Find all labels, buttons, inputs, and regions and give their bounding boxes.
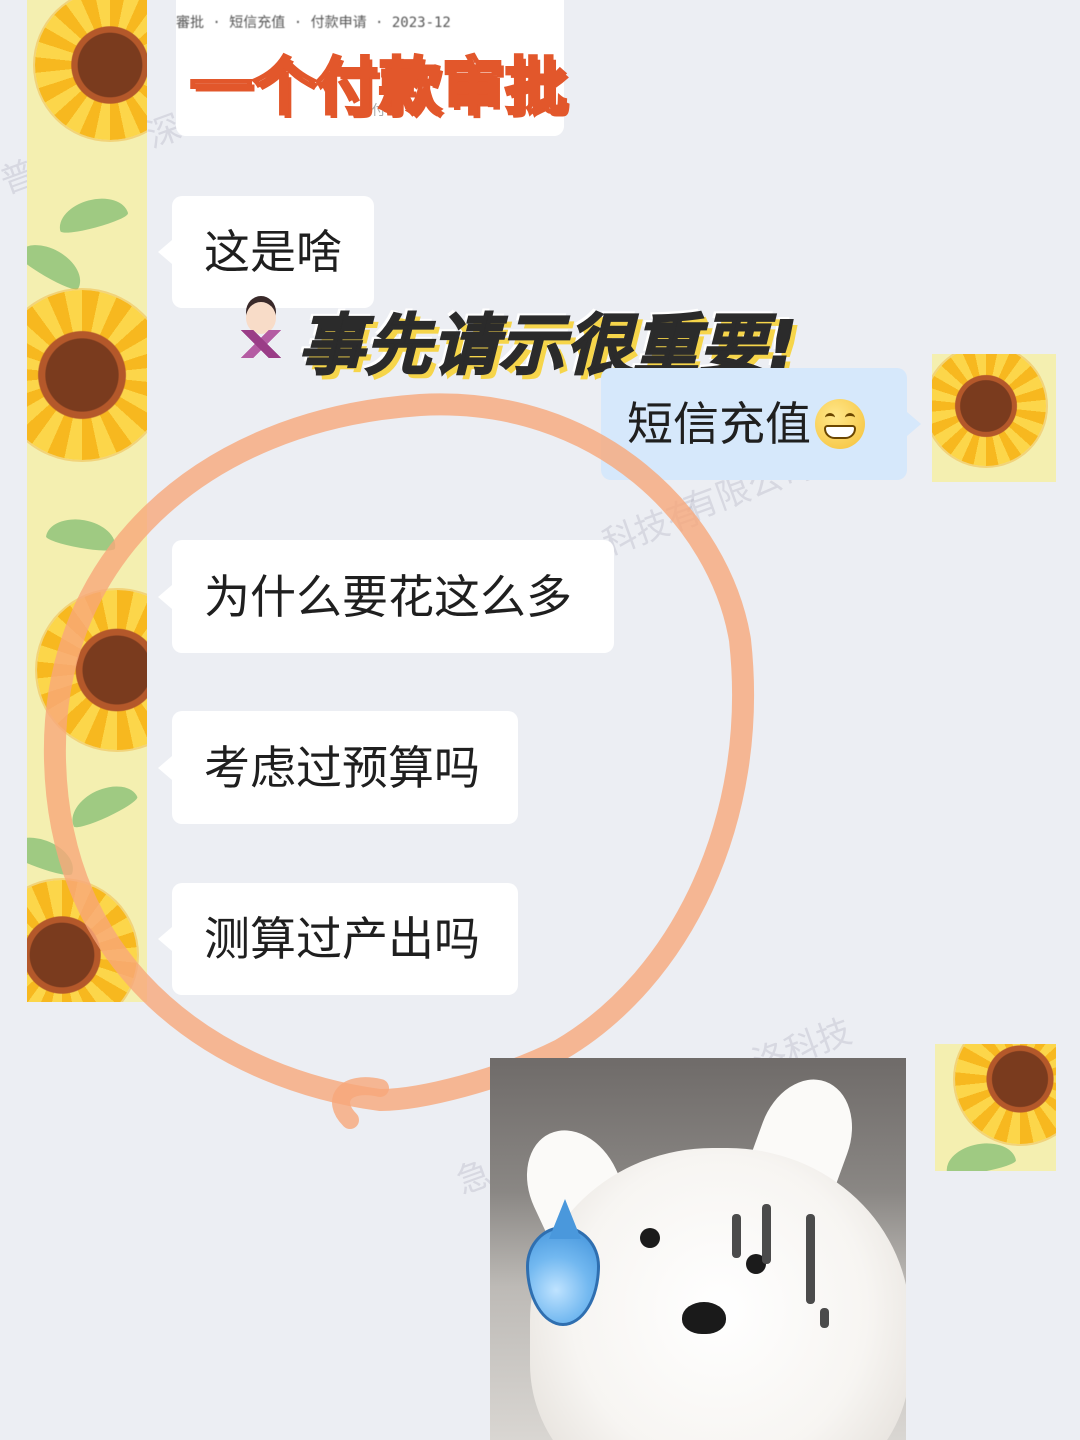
message-bubble-other[interactable]: 测算过产出吗 — [158, 883, 518, 995]
message-bubble-other[interactable]: 为什么要花这么多 — [158, 540, 614, 653]
gloom-line — [820, 1308, 829, 1328]
dog-nose — [682, 1302, 726, 1334]
samoyed-sweat-sticker[interactable] — [490, 1058, 906, 1440]
gloom-line — [806, 1214, 815, 1304]
dog-eye — [640, 1228, 660, 1248]
message-text: 为什么要花这么多 — [204, 569, 572, 624]
gloom-line — [732, 1214, 741, 1258]
message-text: 考虑过预算吗 — [204, 740, 480, 795]
gloom-line — [762, 1204, 771, 1264]
message-text: 测算过产出吗 — [204, 912, 480, 966]
message-bubble-other[interactable]: 考虑过预算吗 — [158, 711, 518, 824]
